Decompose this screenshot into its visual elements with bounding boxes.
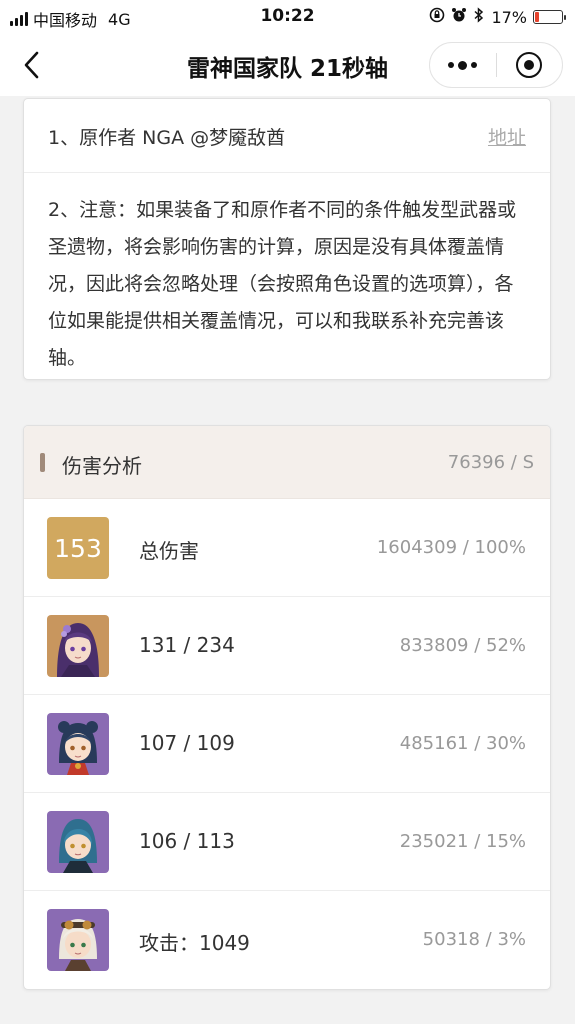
damage-analysis-card: 伤害分析 76396 / S 153 总伤害 1604309 / 100% 13… bbox=[23, 425, 551, 990]
author-row: 1、原作者 NGA @梦魇敌酋 地址 bbox=[24, 99, 550, 173]
damage-row-character[interactable]: 107 / 109 485161 / 30% bbox=[24, 695, 550, 793]
hit-count-badge: 153 bbox=[47, 517, 109, 579]
section-marker bbox=[40, 453, 45, 472]
bennett-avatar bbox=[47, 909, 109, 971]
damage-row-character[interactable]: 攻击：1049 50318 / 3% bbox=[24, 891, 550, 989]
xingqiu-avatar bbox=[47, 811, 109, 873]
target-icon bbox=[516, 52, 543, 78]
row-label: 107 / 109 bbox=[139, 731, 235, 755]
row-value: 1604309 / 100% bbox=[376, 537, 526, 558]
row-label: 131 / 234 bbox=[139, 633, 235, 657]
section-title: 伤害分析 bbox=[62, 454, 142, 478]
row-label: 总伤害 bbox=[139, 539, 199, 563]
damage-row-character[interactable]: 131 / 234 833809 / 52% bbox=[24, 597, 550, 695]
more-dots-icon bbox=[448, 60, 478, 70]
battery-icon bbox=[533, 10, 566, 24]
nav-bar: 雷神国家队 21秒轴 bbox=[0, 34, 575, 96]
status-right: 17% bbox=[429, 7, 566, 27]
alarm-icon bbox=[451, 7, 467, 27]
status-bar: 中国移动 4G 10:22 17% bbox=[0, 0, 575, 34]
source-link[interactable]: 地址 bbox=[488, 123, 526, 150]
damage-row-total[interactable]: 153 总伤害 1604309 / 100% bbox=[24, 499, 550, 597]
damage-row-character[interactable]: 106 / 113 235021 / 15% bbox=[24, 793, 550, 891]
raiden-shogun-avatar bbox=[47, 615, 109, 677]
battery-percent: 17% bbox=[491, 7, 527, 27]
notice-text: 2、注意：如果装备了和原作者不同的条件触发型武器或圣遗物，将会影响伤害的计算，原… bbox=[48, 199, 517, 369]
battery-level bbox=[535, 12, 540, 22]
row-value: 833809 / 52% bbox=[399, 635, 526, 656]
row-value: 485161 / 30% bbox=[399, 733, 526, 754]
more-button[interactable] bbox=[430, 42, 496, 88]
row-value: 235021 / 15% bbox=[399, 831, 526, 852]
xiangling-avatar bbox=[47, 713, 109, 775]
dps-value: 76396 / S bbox=[447, 452, 534, 473]
row-value: 50318 / 3% bbox=[422, 929, 526, 950]
damage-header: 伤害分析 76396 / S bbox=[24, 426, 550, 499]
author-credit: 1、原作者 NGA @梦魇敌酋 bbox=[48, 127, 286, 149]
bluetooth-icon bbox=[473, 7, 485, 27]
row-label: 106 / 113 bbox=[139, 829, 235, 853]
orientation-lock-icon bbox=[429, 7, 445, 27]
mini-program-capsule bbox=[429, 42, 563, 88]
row-label: 攻击：1049 bbox=[139, 931, 250, 955]
notice-card: 1、原作者 NGA @梦魇敌酋 地址 2、注意：如果装备了和原作者不同的条件触发… bbox=[23, 98, 551, 380]
close-mini-program-button[interactable] bbox=[497, 42, 563, 88]
